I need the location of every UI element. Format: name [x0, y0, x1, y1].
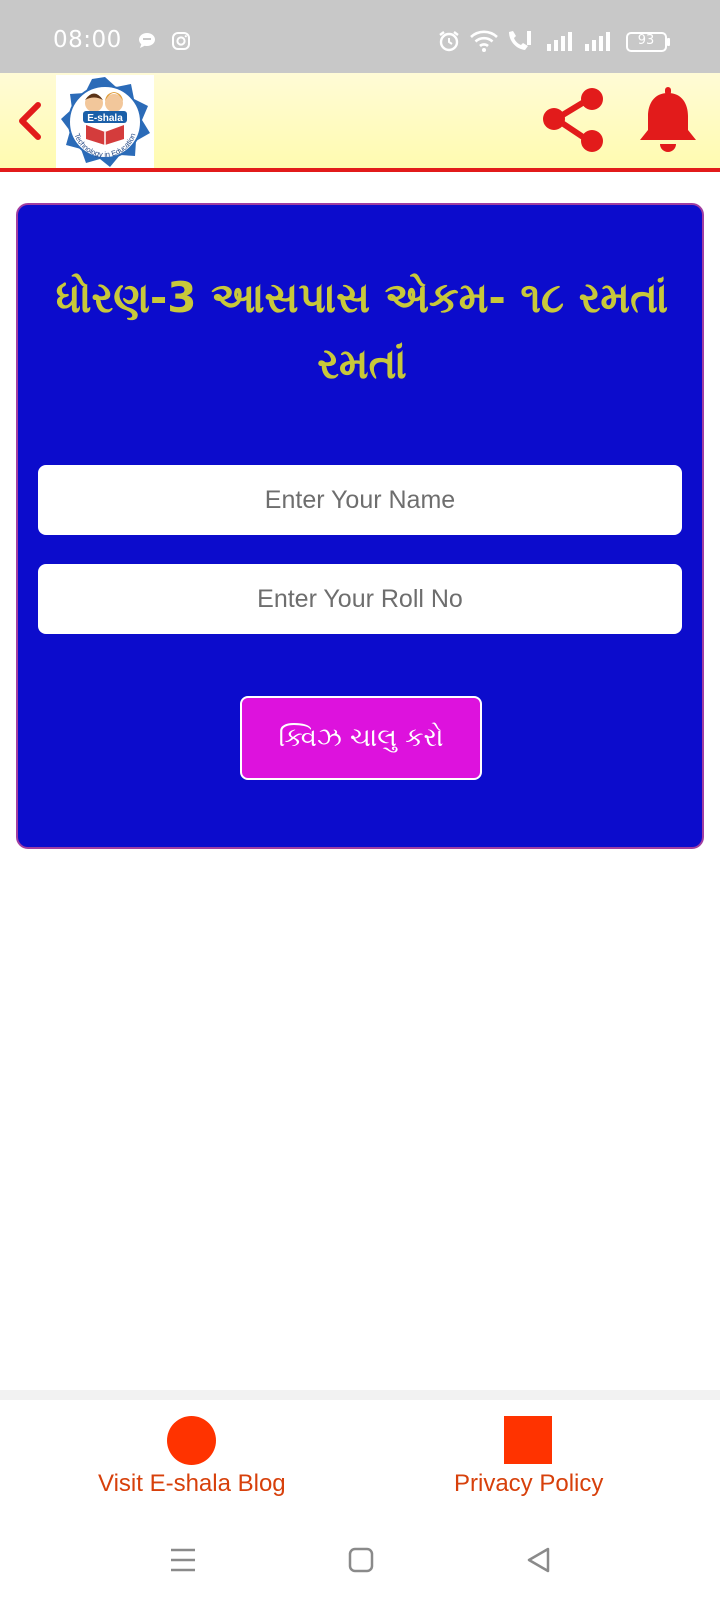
share-button[interactable]: [540, 83, 614, 157]
recent-apps-button[interactable]: [163, 1540, 203, 1580]
start-quiz-button[interactable]: ક્વિઝ ચાલુ કરો: [240, 696, 482, 780]
back-arrow-icon: [19, 102, 41, 140]
back-nav-button[interactable]: [519, 1540, 559, 1580]
alarm-icon: [437, 29, 461, 58]
quiz-card: ધોરણ-3 આસપાસ એકમ- ૧૮ રમતાં રમતાં ક્વિઝ ચ…: [16, 203, 704, 849]
instagram-icon: [171, 31, 191, 56]
bottom-divider: [0, 1390, 720, 1400]
status-bar: 08:00 93: [0, 0, 720, 73]
name-input[interactable]: [38, 465, 682, 535]
signal-icon: [585, 31, 615, 56]
system-navigation-bar: [0, 1520, 720, 1600]
battery-level: 93: [637, 33, 655, 48]
roll-no-input[interactable]: [38, 564, 682, 634]
quiz-title: ધોરણ-3 આસપાસ એકમ- ૧૮ રમતાં રમતાં: [55, 273, 669, 388]
battery-icon: 93: [626, 32, 672, 57]
notification-button[interactable]: [636, 85, 700, 157]
bell-icon: [640, 87, 696, 152]
wifi-icon: [469, 29, 499, 58]
privacy-policy-link[interactable]: Privacy Policy: [454, 1470, 603, 1498]
back-triangle-icon: [527, 1547, 550, 1573]
menu-lines-icon: [171, 1548, 195, 1572]
home-square-icon: [348, 1547, 374, 1573]
blog-circle-icon[interactable]: [167, 1416, 216, 1465]
status-time: 08:00: [53, 27, 122, 53]
app-bar: E-shala Technology in Education: [0, 73, 720, 172]
privacy-square-icon[interactable]: [504, 1416, 552, 1464]
visit-blog-link[interactable]: Visit E-shala Blog: [98, 1470, 286, 1498]
signal-icon: [547, 31, 577, 56]
home-button[interactable]: [341, 1540, 381, 1580]
bottom-links-bar: [0, 1400, 720, 1520]
chat-bubble-icon: [137, 31, 157, 56]
back-button[interactable]: [12, 97, 48, 145]
volte-call-icon: [505, 28, 533, 59]
logo-text: E-shala: [87, 113, 123, 124]
app-logo: E-shala Technology in Education: [56, 75, 154, 168]
share-icon: [543, 88, 603, 152]
